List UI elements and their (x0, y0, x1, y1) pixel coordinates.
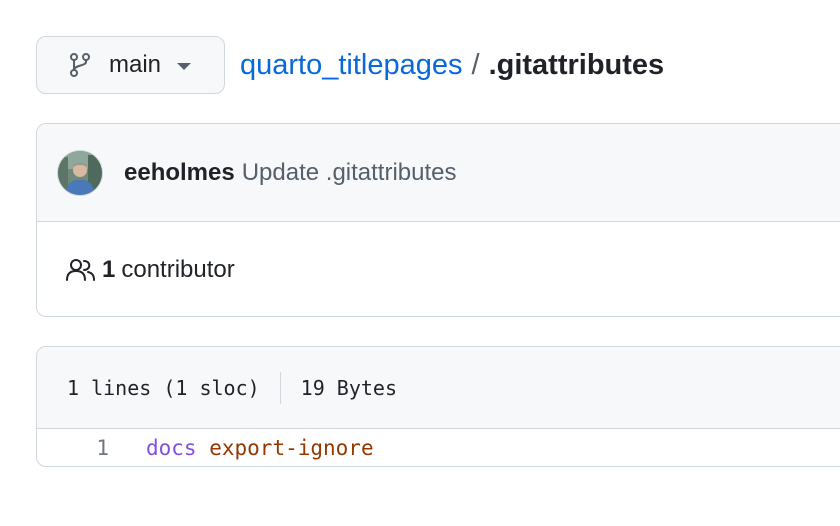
file-viewer: 1 lines (1 sloc) 19 Bytes 1 docs export-… (36, 346, 840, 467)
breadcrumb: quarto_titlepages / .gitattributes (240, 49, 664, 82)
divider (279, 371, 281, 404)
contributor-label: contributor (121, 256, 235, 283)
code-line: 1 docs export-ignore (37, 429, 840, 466)
code-token-pattern: docs (146, 436, 197, 460)
file-info-header: 1 lines (1 sloc) 19 Bytes (37, 347, 840, 429)
breadcrumb-separator: / (471, 48, 480, 81)
code-content: docs export-ignore (146, 436, 374, 460)
commit-message[interactable]: Update .gitattributes (242, 159, 457, 187)
file-name: .gitattributes (488, 48, 665, 81)
line-number[interactable]: 1 (37, 436, 109, 460)
commit-author[interactable]: eeholmes (124, 159, 235, 187)
latest-commit-box: eeholmes Update .gitattributes 1 contrib… (36, 123, 840, 317)
people-icon (66, 258, 96, 282)
contributor-count: 1 (102, 256, 116, 283)
repo-link[interactable]: quarto_titlepages (240, 49, 463, 82)
file-navigation: main quarto_titlepages / .gitattributes (36, 36, 664, 94)
avatar[interactable] (58, 150, 102, 195)
branch-selector-button[interactable]: main (36, 36, 225, 94)
chevron-down-icon (177, 62, 192, 70)
git-branch-icon (67, 52, 93, 78)
branch-name: main (109, 51, 162, 78)
contributors-row[interactable]: 1 contributor (37, 222, 840, 316)
commit-header: eeholmes Update .gitattributes (37, 124, 840, 222)
code-token-attribute: export-ignore (209, 436, 374, 460)
file-size: 19 Bytes (300, 375, 397, 400)
file-line-count: 1 lines (1 sloc) (67, 375, 260, 400)
